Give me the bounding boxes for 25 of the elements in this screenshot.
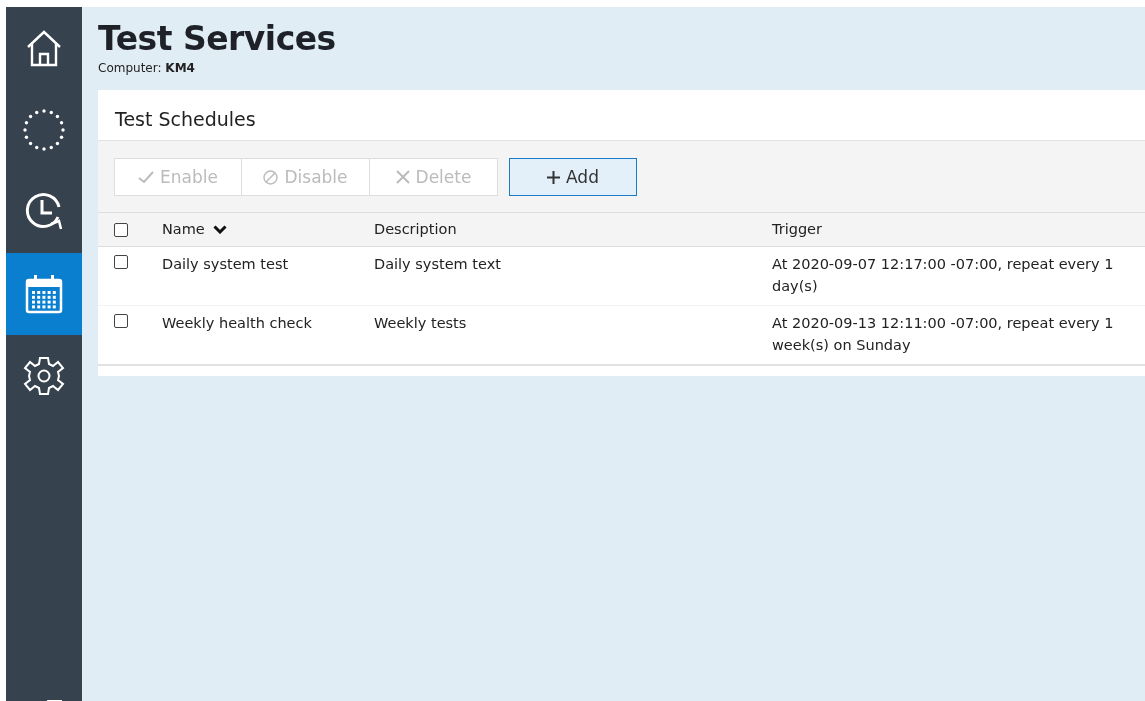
prohibited-icon: [263, 169, 279, 185]
calendar-icon: [25, 274, 63, 314]
computer-name: KM4: [165, 61, 195, 75]
dotted-circle-icon: [22, 108, 66, 152]
close-icon: [395, 170, 410, 184]
table-cell: At 2020-09-13 12:11:00 -07:00, repeat every 1 week(s) on Sunday: [772, 315, 1114, 353]
column-header[interactable]: Description: [374, 221, 457, 237]
select-all-checkbox[interactable]: [114, 223, 128, 237]
computer-label: Computer:: [98, 61, 162, 75]
page-title: Test Services: [98, 19, 337, 59]
gear-icon: [23, 355, 65, 397]
row-checkbox[interactable]: [114, 255, 128, 269]
chevron-down-icon: [212, 224, 227, 234]
home-icon: [25, 28, 63, 68]
row-checkbox[interactable]: [114, 314, 128, 328]
table-cell: At 2020-09-07 12:17:00 -07:00, repeat every 1 day(s): [772, 256, 1114, 294]
toolbar-button[interactable]: Add: [509, 158, 637, 196]
check-icon: [138, 170, 155, 184]
column-header[interactable]: Name: [162, 221, 205, 237]
table-cell: Daily system text: [374, 256, 501, 272]
table-cell: Weekly tests: [374, 315, 467, 331]
plus-icon: [547, 170, 561, 184]
table-cell: Daily system test: [162, 256, 289, 272]
column-header[interactable]: Trigger: [772, 221, 822, 237]
table-cell: Weekly health check: [162, 315, 312, 331]
